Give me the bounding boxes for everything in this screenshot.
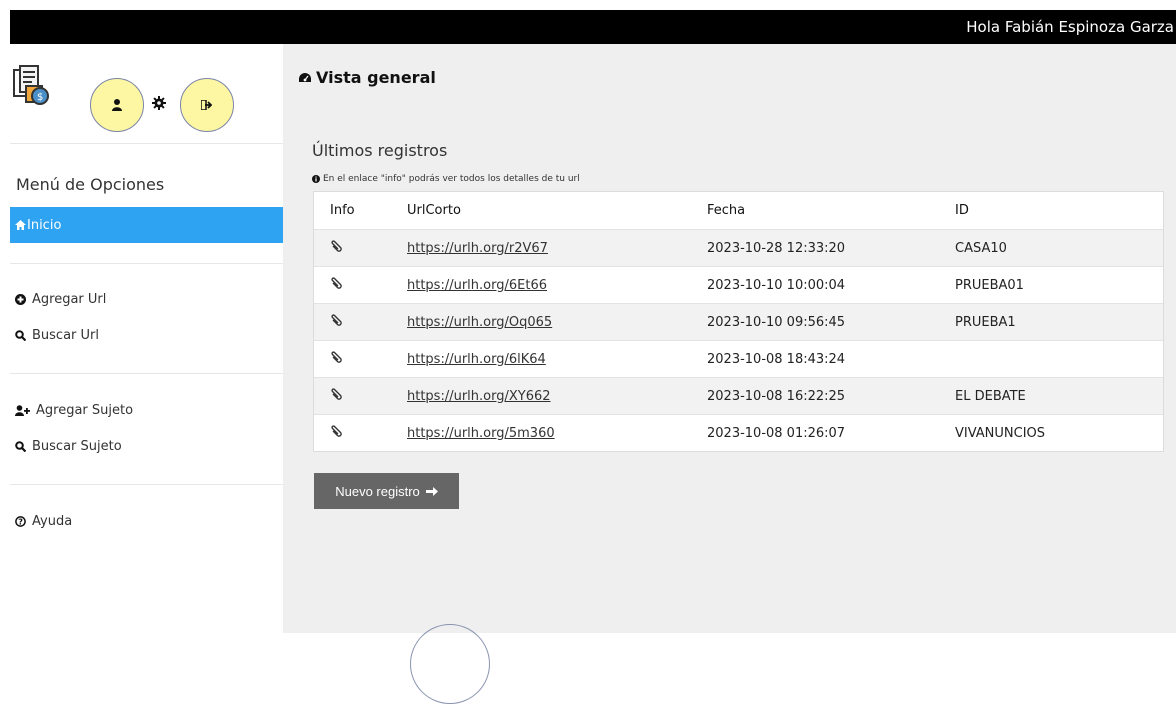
fecha-cell: 2023-10-08 01:26:07: [707, 425, 846, 441]
sidebar-item-label: Inicio: [27, 217, 62, 233]
sidebar-item-label: Buscar Url: [32, 328, 99, 343]
user-plus-icon: [15, 405, 30, 416]
divider: [10, 263, 283, 264]
sidebar-item-label: Buscar Sujeto: [32, 439, 122, 454]
svg-text:?: ?: [18, 517, 23, 526]
table-row: https://urlh.org/Oq065 2023-10-10 09:56:…: [314, 303, 1163, 340]
page-title: Vista general: [298, 68, 436, 87]
new-record-button[interactable]: Nuevo registro: [314, 473, 459, 509]
header-urlcorto: UrlCorto: [407, 203, 461, 218]
sidebar-item-agregar-url[interactable]: Agregar Url: [15, 292, 106, 307]
profile-button[interactable]: [90, 78, 144, 132]
main-content: Vista general Últimos registros En el en…: [283, 44, 1176, 704]
logout-button[interactable]: [180, 78, 234, 132]
records-table: Info UrlCorto Fecha ID https://urlh.org/…: [313, 191, 1164, 452]
id-cell: EL DEBATE: [955, 388, 1026, 404]
header-info: Info: [330, 203, 355, 218]
sidebar-item-inicio[interactable]: Inicio: [10, 207, 283, 243]
top-bar: Hola Fabián Espinoza Garza: [10, 10, 1176, 44]
short-url-link[interactable]: https://urlh.org/r2V67: [407, 241, 548, 256]
table-header: Info UrlCorto Fecha ID: [314, 192, 1163, 229]
sign-out-icon: [201, 100, 213, 110]
paperclip-icon[interactable]: [330, 350, 342, 364]
records-title: Últimos registros: [312, 141, 448, 160]
search-icon: [15, 441, 26, 452]
dashboard-icon: [299, 72, 311, 82]
page-title-text: Vista general: [316, 68, 436, 87]
table-row: https://urlh.org/r2V67 2023-10-28 12:33:…: [314, 229, 1163, 266]
table-row: https://urlh.org/XY662 2023-10-08 16:22:…: [314, 377, 1163, 414]
header-fecha: Fecha: [707, 203, 746, 218]
decorative-circle: [410, 624, 490, 704]
paperclip-icon[interactable]: [330, 387, 342, 401]
user-icon: [112, 99, 122, 111]
table-row: https://urlh.org/6Et66 2023-10-10 10:00:…: [314, 266, 1163, 303]
paperclip-icon[interactable]: [330, 239, 342, 253]
id-cell: VIVANUNCIOS: [955, 425, 1046, 441]
short-url-link[interactable]: https://urlh.org/5m360: [407, 426, 555, 441]
sidebar-item-label: Agregar Sujeto: [36, 403, 134, 418]
divider: [10, 484, 283, 485]
search-icon: [15, 330, 26, 341]
paperclip-icon[interactable]: [330, 276, 342, 290]
sidebar: $ Menú de Opciones Inicio Agregar Url Bu…: [10, 44, 283, 633]
sidebar-item-buscar-sujeto[interactable]: Buscar Sujeto: [15, 439, 122, 454]
sidebar-item-label: Agregar Url: [32, 292, 107, 307]
short-url-link[interactable]: https://urlh.org/6lK64: [407, 352, 546, 367]
fecha-cell: 2023-10-08 18:43:24: [707, 351, 846, 367]
info-hint-text: En el enlace "info" podrás ver todos los…: [323, 174, 580, 184]
new-record-button-label: Nuevo registro: [335, 483, 420, 499]
sidebar-item-agregar-sujeto[interactable]: Agregar Sujeto: [15, 403, 133, 418]
gear-icon[interactable]: [152, 96, 166, 110]
menu-title: Menú de Opciones: [16, 175, 165, 194]
short-url-link[interactable]: https://urlh.org/XY662: [407, 389, 551, 404]
sidebar-item-ayuda[interactable]: ? Ayuda: [15, 514, 72, 529]
table-row: https://urlh.org/5m360 2023-10-08 01:26:…: [314, 414, 1163, 451]
divider: [10, 143, 283, 144]
id-cell: PRUEBA01: [955, 277, 1024, 293]
info-hint: En el enlace "info" podrás ver todos los…: [312, 174, 580, 184]
info-circle-icon: [312, 175, 320, 183]
arrow-right-icon: [425, 486, 438, 496]
sidebar-item-label: Ayuda: [32, 514, 73, 529]
user-greeting: Hola Fabián Espinoza Garza: [966, 18, 1174, 36]
plus-circle-icon: [15, 294, 26, 305]
id-cell: CASA10: [955, 240, 1007, 256]
short-url-link[interactable]: https://urlh.org/Oq065: [407, 315, 552, 330]
home-icon: [15, 220, 26, 230]
fecha-cell: 2023-10-08 16:22:25: [707, 388, 846, 404]
fecha-cell: 2023-10-10 10:00:04: [707, 277, 846, 293]
paperclip-icon[interactable]: [330, 424, 342, 438]
id-cell: PRUEBA1: [955, 314, 1016, 330]
divider: [10, 373, 283, 374]
short-url-link[interactable]: https://urlh.org/6Et66: [407, 278, 547, 293]
documents-money-logo-icon: $: [13, 65, 49, 105]
help-circle-icon: ?: [15, 516, 26, 527]
sidebar-item-buscar-url[interactable]: Buscar Url: [15, 328, 99, 343]
fecha-cell: 2023-10-28 12:33:20: [707, 240, 846, 256]
paperclip-icon[interactable]: [330, 313, 342, 327]
svg-text:$: $: [37, 92, 43, 103]
table-row: https://urlh.org/6lK64 2023-10-08 18:43:…: [314, 340, 1163, 377]
header-id: ID: [955, 203, 969, 218]
fecha-cell: 2023-10-10 09:56:45: [707, 314, 846, 330]
